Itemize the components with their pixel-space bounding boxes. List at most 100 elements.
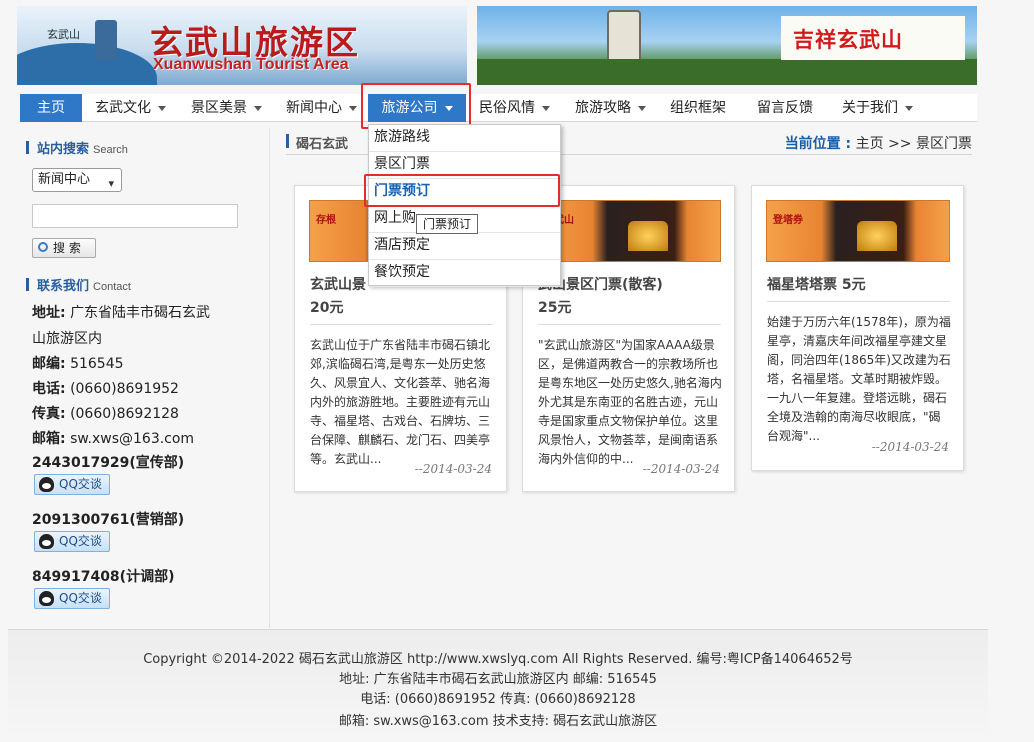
search-icon (38, 242, 48, 252)
value: 广东省陆丰市碣石玄武 (70, 305, 211, 321)
search-button[interactable]: 搜 索 (32, 238, 96, 258)
highlight-box-nav (361, 83, 471, 129)
header-banner-logo: 玄武山 玄武山旅游区 Xuanwushan Tourist Area (17, 6, 467, 85)
breadcrumb-path[interactable]: 主页 >> 景区门票 (856, 136, 972, 152)
title-line: 玄武山景 (310, 277, 366, 293)
contact-phone: 电话: (0660)8691952 (32, 378, 179, 398)
nav-item-culture[interactable]: 玄武文化 (95, 94, 166, 122)
nav-label: 玄武文化 (95, 100, 151, 116)
qq-button-label: QQ交谈 (59, 534, 102, 548)
hill-graphic (17, 43, 157, 85)
qq-label-sales: 2091300761(营销部) (32, 512, 185, 528)
nav-item-guide[interactable]: 旅游攻略 (575, 94, 646, 122)
title-bar (26, 278, 29, 291)
qq-penguin-icon (39, 477, 54, 492)
nav-item-feedback[interactable]: 留言反馈 (757, 94, 813, 122)
chevron-down-icon (638, 105, 646, 111)
temple-graphic (628, 221, 668, 251)
nav-item-scenery[interactable]: 景区美景 (191, 94, 262, 122)
divider (310, 324, 493, 325)
value: (0660)8691952 (70, 381, 179, 397)
label: 电话: (32, 381, 66, 397)
chevron-down-icon (158, 105, 166, 111)
dropdown-item-hotel[interactable]: 酒店预定 (369, 233, 560, 260)
nav-label: 组织框架 (670, 100, 726, 116)
thumb-label: 登塔券 (773, 215, 803, 226)
header-banner-photo: 吉祥玄武山 (477, 6, 977, 85)
chevron-down-icon (254, 105, 262, 111)
section-title: 碣石玄武 (296, 137, 349, 152)
nav-item-folk[interactable]: 民俗风情 (479, 94, 550, 122)
search-button-label: 搜 索 (53, 241, 81, 255)
tooltip: 门票预订 (416, 214, 478, 234)
qq-label-publicity: 2443017929(宣传部) (32, 455, 185, 471)
title-bar (26, 141, 29, 154)
footer-phone: 电话: (0660)8691952 传真: (0660)8692128 (360, 692, 636, 707)
left-sidebar: 站内搜索 Search 新闻中心 ▾ 搜 索 联系我们 Contact 地址: 广东省… (20, 128, 270, 628)
ticket-thumbnail[interactable]: 玄武山 (537, 200, 721, 262)
value: (0660)8692128 (70, 406, 179, 422)
footer-address: 地址: 广东省陆丰市碣石玄武山旅游区内 邮编: 516545 (339, 672, 657, 687)
contact-section-title: 联系我们 Contact (26, 275, 131, 294)
card-title[interactable]: 福星塔塔票 5元 (767, 274, 952, 297)
card-date: --2014-03-24 (871, 440, 949, 454)
contact-zip: 邮编: 516545 (32, 353, 124, 373)
footer: Copyright ©2014-2022 碣石玄武山旅游区 http://www… (8, 630, 988, 742)
divider (767, 301, 950, 302)
qq-chat-button-sales[interactable]: QQ交谈 (34, 531, 110, 552)
qq-penguin-icon (39, 591, 54, 606)
search-input[interactable] (32, 204, 238, 228)
nav-item-about[interactable]: 关于我们 (842, 94, 913, 122)
value: sw.xws@163.com (70, 431, 195, 447)
tower-graphic (95, 20, 117, 60)
title-line: 25元 (538, 300, 572, 316)
ticket-thumbnail[interactable]: 登塔券 (766, 200, 950, 262)
dropdown-item-dining[interactable]: 餐饮预定 (369, 260, 560, 287)
nav-item-organization[interactable]: 组织框架 (670, 94, 726, 122)
logo-small-text: 玄武山 (47, 28, 80, 41)
label: 邮编: (32, 356, 66, 372)
qq-chat-button-publicity[interactable]: QQ交谈 (34, 474, 110, 495)
nav-label: 景区美景 (191, 100, 247, 116)
title-line: 福星塔塔票 5元 (767, 277, 866, 293)
contact-fax: 传真: (0660)8692128 (32, 403, 179, 423)
nav-label: 留言反馈 (757, 100, 813, 116)
temple-graphic (857, 221, 897, 251)
site-title-en: Xuanwushan Tourist Area (153, 56, 349, 73)
qq-chat-button-planning[interactable]: QQ交谈 (34, 588, 110, 609)
chevron-down-icon (905, 105, 913, 111)
title-text: 站内搜索 (37, 142, 90, 157)
value: 516545 (70, 356, 124, 372)
label: 地址: (32, 305, 66, 321)
nav-label: 新闻中心 (286, 100, 342, 116)
select-value: 新闻中心 (38, 172, 91, 187)
ticket-card-3[interactable]: 登塔券 福星塔塔票 5元 始建于万历六年(1578年)，原为福星亭，清嘉庆年间改… (751, 185, 964, 471)
dropdown-item-routes[interactable]: 旅游路线 (369, 125, 560, 152)
highlight-box-dropdown (364, 174, 560, 207)
card-title[interactable]: 武山景区门票(散客) 25元 (538, 274, 723, 320)
title-text: 联系我们 (37, 279, 90, 294)
chevron-down-icon (542, 105, 550, 111)
nav-label: 旅游攻略 (575, 100, 631, 116)
value: 山旅游区内 (32, 331, 102, 347)
nav-item-news[interactable]: 新闻中心 (286, 94, 357, 122)
nav-item-home[interactable]: 主页 (20, 94, 82, 122)
label: 传真: (32, 406, 66, 422)
qq-button-label: QQ交谈 (59, 477, 102, 491)
title-en: Contact (93, 281, 131, 293)
divider (538, 324, 721, 325)
qq-button-label: QQ交谈 (59, 591, 102, 605)
nav-label: 民俗风情 (479, 100, 535, 116)
footer-copyright: Copyright ©2014-2022 碣石玄武山旅游区 http://www… (143, 652, 853, 667)
contact-address: 地址: 广东省陆丰市碣石玄武 (32, 302, 210, 322)
breadcrumb-label: 当前位置 : (784, 136, 852, 152)
card-description: 玄武山位于广东省陆丰市碣石镇北郊,滨临碣石湾,是粤东一处历史悠久、风景宜人、文化… (310, 338, 491, 466)
qq-label-planning: 849917408(计调部) (32, 569, 175, 585)
title-en: Search (93, 144, 128, 156)
search-category-select[interactable]: 新闻中心 ▾ (32, 168, 122, 192)
title-line: 20元 (310, 300, 344, 316)
chevron-down-icon: ▾ (108, 177, 114, 190)
search-section-title: 站内搜索 Search (26, 138, 128, 157)
main-nav: 主页 玄武文化 景区美景 新闻中心 旅游公司 民俗风情 旅游攻略 组织框架 留言… (20, 94, 977, 122)
card-description: "玄武山旅游区"为国家AAAA级景区，是佛道两教合一的宗教场所也是粤东地区一处历… (538, 338, 722, 466)
